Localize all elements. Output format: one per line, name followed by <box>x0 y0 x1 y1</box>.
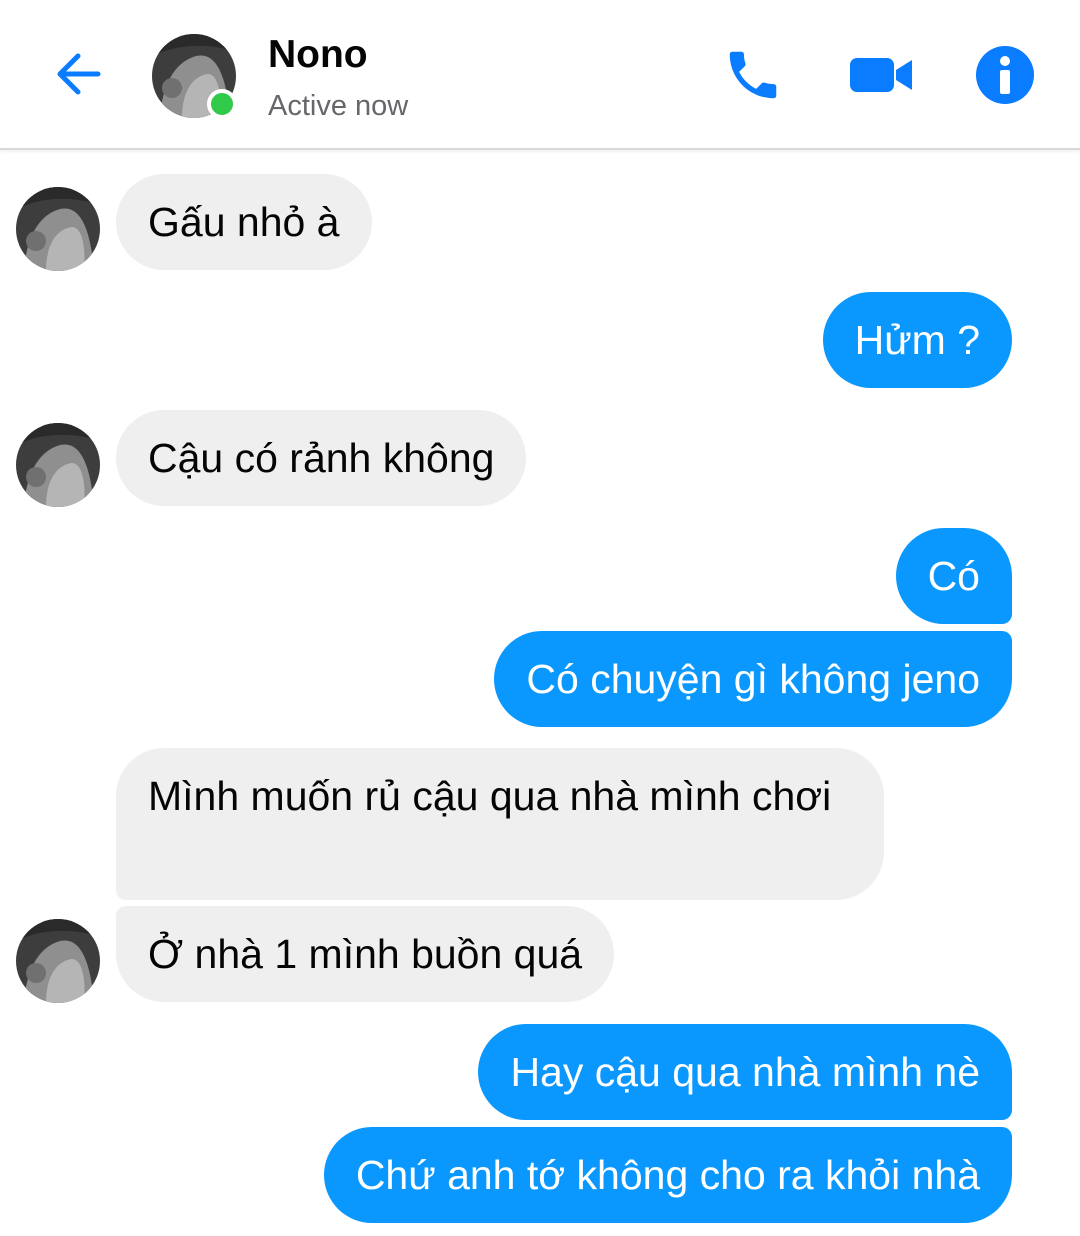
message-bubble-outgoing[interactable]: Có chuyện gì không jeno <box>494 631 1012 727</box>
info-button[interactable] <box>974 44 1036 106</box>
contact-avatar-small[interactable] <box>16 423 100 507</box>
message-bubble-incoming[interactable]: Cậu có rảnh không <box>116 410 527 506</box>
message-bubble-outgoing[interactable]: Chứ anh tớ không cho ra khỏi nhà <box>323 1127 1012 1223</box>
info-icon <box>976 46 1034 104</box>
call-button[interactable] <box>722 44 784 106</box>
message-bubble-incoming[interactable]: Ở nhà 1 mình buồn quá <box>116 906 615 1002</box>
phone-icon <box>729 51 777 99</box>
message-bubble-incoming[interactable]: Mình muốn rủ cậu qua nhà mình chơi <box>116 748 884 900</box>
contact-name[interactable]: Nono <box>268 32 368 78</box>
message-bubble-incoming[interactable]: Gấu nhỏ à <box>116 174 372 270</box>
video-camera-icon <box>850 58 912 92</box>
video-call-button[interactable] <box>848 44 912 106</box>
back-button[interactable] <box>48 44 108 104</box>
contact-avatar-small[interactable] <box>16 187 100 271</box>
chat-header: Nono Active now <box>0 0 1080 150</box>
contact-avatar-small[interactable] <box>16 919 100 1003</box>
online-status-dot <box>207 89 237 119</box>
message-bubble-outgoing[interactable]: Hay cậu qua nhà mình nè <box>478 1024 1012 1120</box>
contact-status: Active now <box>268 90 409 122</box>
message-bubble-outgoing[interactable]: Hửm ? <box>822 292 1012 388</box>
back-arrow-icon <box>57 53 101 95</box>
message-bubble-outgoing[interactable]: Có <box>895 528 1012 624</box>
